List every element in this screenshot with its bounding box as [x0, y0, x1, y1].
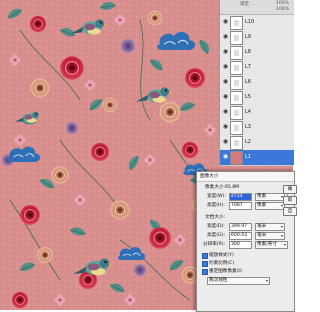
fill-value[interactable]: 100%: [276, 7, 289, 12]
layer-row[interactable]: ◉ L2: [220, 135, 294, 151]
layer-thumbnail: [230, 76, 243, 90]
resolution-input[interactable]: 300: [229, 241, 252, 249]
layer-row[interactable]: ◉ L10: [220, 15, 294, 31]
doc-width-label: 宽度(D):: [207, 224, 225, 229]
resample-image-checkbox[interactable]: [202, 269, 208, 275]
thumbnail-checker: [234, 110, 239, 116]
layer-thumbnail: [230, 121, 243, 135]
layer-row[interactable]: ◉ L9: [220, 30, 294, 46]
layer-thumbnail: [230, 91, 243, 105]
opacity-value[interactable]: 100%: [276, 1, 289, 6]
pixel-height-unit-select[interactable]: 像素: [255, 202, 285, 210]
cancel-button[interactable]: 取: [283, 196, 297, 205]
thumbnail-checker: [234, 80, 239, 86]
layer-thumbnail: [230, 61, 243, 75]
layer-row[interactable]: ◉ L3: [220, 120, 294, 136]
thumbnail-checker: [234, 65, 239, 71]
layer-row[interactable]: ◉ L1: [220, 150, 294, 166]
layer-thumbnail: [230, 31, 243, 45]
thumbnail-checker: [234, 50, 239, 56]
eye-icon[interactable]: ◉: [221, 48, 230, 56]
eye-icon[interactable]: ◉: [221, 123, 230, 131]
image-size-dialog: 图像大小 像素大小:95.8M 宽度(W): 4724 像素 ⌉ 高度(H): …: [196, 171, 297, 312]
layers-panel: 锁定 … 100% 100% ◉ L10 ◉ L9 ◉ L8 ◉ L7 ◉ L6 ◉ L5 ◉ L4 ◉ L3…: [219, 0, 294, 166]
layer-name: L3: [245, 124, 251, 130]
layer-name: L1: [245, 154, 251, 160]
thumbnail-checker: [234, 95, 239, 101]
eye-icon[interactable]: ◉: [221, 63, 230, 71]
resample-image-label: 重定图像像素(I):: [209, 269, 244, 274]
eye-icon[interactable]: ◉: [221, 93, 230, 101]
pixel-height-input[interactable]: 7087: [229, 202, 252, 210]
eye-icon[interactable]: ◉: [221, 153, 230, 161]
layer-row[interactable]: ◉ L5: [220, 90, 294, 106]
auto-button[interactable]: 自: [283, 207, 297, 216]
layer-row[interactable]: ◉ L8: [220, 45, 294, 61]
resolution-unit-select[interactable]: 像素/英寸: [255, 241, 288, 249]
layer-name: L7: [245, 64, 251, 70]
layer-row[interactable]: ◉ L7: [220, 60, 294, 76]
height-label: 高度(H):: [207, 203, 225, 208]
ok-button[interactable]: 确: [283, 185, 297, 194]
thumbnail-checker: [234, 125, 239, 131]
document-size-label: 文档大小:: [205, 215, 225, 220]
layer-row[interactable]: ◉ L6: [220, 75, 294, 91]
resample-method-select[interactable]: 两次线性: [207, 277, 270, 285]
layer-thumbnail: [230, 106, 243, 120]
resolution-label: 分辨率(R):: [203, 242, 226, 247]
layer-thumbnail: [230, 16, 243, 30]
constrain-proportions-label: 约束比例(C): [209, 261, 235, 266]
layers-panel-toolbar: 锁定 … 100% 100%: [220, 0, 294, 15]
thumbnail-checker: [234, 35, 239, 41]
thumbnail-checker: [234, 140, 239, 146]
layer-name: L2: [245, 139, 251, 145]
pixel-dimensions-label: 像素大小:95.8M: [205, 185, 240, 190]
pixel-width-input[interactable]: 4724: [229, 193, 252, 201]
thumbnail-checker: [234, 20, 239, 26]
scale-styles-checkbox[interactable]: [202, 253, 208, 259]
layer-name: L10: [245, 19, 255, 25]
eye-icon[interactable]: ◉: [221, 138, 230, 146]
layer-name: L6: [245, 79, 251, 85]
layer-name: L8: [245, 49, 251, 55]
eye-icon[interactable]: ◉: [221, 18, 230, 26]
doc-height-unit-select[interactable]: 毫米: [255, 232, 285, 240]
doc-height-input[interactable]: 600.03: [229, 232, 252, 240]
dialog-title: 图像大小: [197, 172, 294, 182]
scale-styles-label: 缩放样式(Y): [209, 253, 234, 258]
width-label: 宽度(W):: [207, 194, 226, 199]
eye-icon[interactable]: ◉: [221, 108, 230, 116]
layer-name: L4: [245, 109, 251, 115]
pixel-width-unit-select[interactable]: 像素: [255, 193, 285, 201]
layer-name: L5: [245, 94, 251, 100]
constrain-proportions-checkbox[interactable]: [202, 261, 208, 267]
doc-width-input[interactable]: 399.97: [229, 223, 252, 231]
layer-name: L9: [245, 34, 251, 40]
doc-height-label: 高度(G):: [207, 233, 225, 238]
layer-thumbnail: [230, 46, 243, 60]
lock-label: 锁定 …: [240, 2, 255, 7]
layer-row[interactable]: ◉ L4: [220, 105, 294, 121]
layer-thumbnail: [230, 151, 243, 165]
eye-icon[interactable]: ◉: [221, 33, 230, 41]
layer-thumbnail: [230, 136, 243, 150]
eye-icon[interactable]: ◉: [221, 78, 230, 86]
doc-width-unit-select[interactable]: 毫米: [255, 223, 285, 231]
